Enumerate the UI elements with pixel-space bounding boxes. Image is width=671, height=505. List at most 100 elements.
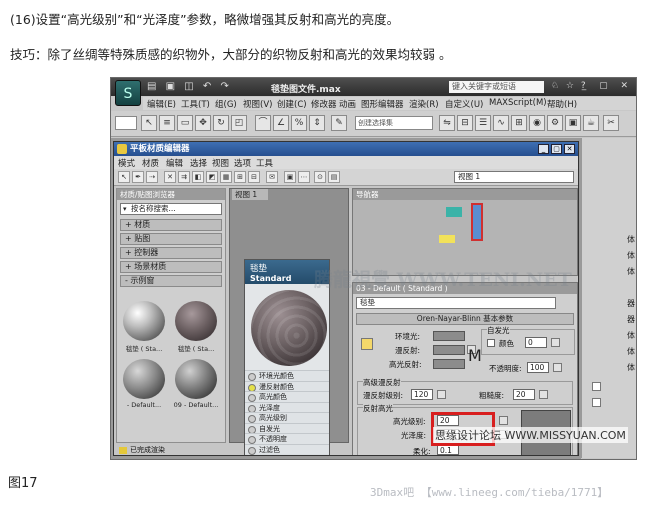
cmd-row[interactable]: 器 xyxy=(582,314,636,325)
slate-menu-view[interactable]: 视图 xyxy=(212,157,229,169)
node-slot[interactable]: 光泽度 xyxy=(245,401,329,412)
menu-animation[interactable]: 动画 xyxy=(339,98,356,110)
self-illum-color-checkbox[interactable] xyxy=(487,339,495,347)
rollout-scene-materials[interactable]: + 场景材质 xyxy=(120,261,222,273)
opacity-input[interactable]: 100 xyxy=(527,362,549,373)
maximize-button[interactable]: ▢ xyxy=(551,144,562,154)
cmd-checkbox[interactable] xyxy=(592,382,601,391)
named-selection-set-input[interactable]: 创建选择集 xyxy=(355,116,433,130)
parameter-editor-icon[interactable]: ▣ xyxy=(284,171,296,183)
sample-slot[interactable]: 毯垫 ( Sta... xyxy=(121,301,167,355)
basic-params-rollout[interactable]: Oren-Nayar-Blinn 基本参数 xyxy=(356,313,574,325)
view-select[interactable]: 视图 1 xyxy=(454,171,574,183)
rollout-controllers[interactable]: + 控制器 xyxy=(120,247,222,259)
move-icon[interactable]: ✥ xyxy=(195,115,211,131)
layout-all-icon[interactable]: ⊞ xyxy=(234,171,246,183)
node-slot[interactable]: 高光颜色 xyxy=(245,391,329,402)
slate-menu-select[interactable]: 选择 xyxy=(190,157,207,169)
slate-menu-mode[interactable]: 模式 xyxy=(118,157,135,169)
assign-material-icon[interactable]: ⇢ xyxy=(146,171,158,183)
window-controls[interactable]: _ ▢ ✕ xyxy=(582,81,633,91)
schematic-icon[interactable]: ⊞ xyxy=(511,115,527,131)
hide-unused-icon[interactable]: ◧ xyxy=(192,171,204,183)
app-logo-icon[interactable]: S xyxy=(115,80,141,106)
navigator-node[interactable] xyxy=(446,207,462,217)
align-icon[interactable]: ⊟ xyxy=(457,115,473,131)
rollout-maps[interactable]: + 贴图 xyxy=(120,233,222,245)
diffuse-level-input[interactable]: 120 xyxy=(411,389,433,400)
region-select-icon[interactable]: ▭ xyxy=(177,115,193,131)
layout-children-icon[interactable]: ⊟ xyxy=(248,171,260,183)
slate-menu-options[interactable]: 选项 xyxy=(234,157,251,169)
quick-access-toolbar[interactable]: ▤ ▣ ◫ ↶ ↷ xyxy=(147,81,232,92)
node-slot[interactable]: 自发光 xyxy=(245,422,329,433)
show-end-result-icon[interactable]: ▤ xyxy=(328,171,340,183)
diffuse-map-button[interactable]: M xyxy=(467,345,482,365)
render-frame-icon[interactable]: ▣ xyxy=(565,115,581,131)
percent-snap-icon[interactable]: % xyxy=(291,115,307,131)
cmd-row[interactable]: 器 xyxy=(582,298,636,309)
sample-slot[interactable]: 毯垫 ( Sta... xyxy=(173,301,219,355)
rollout-materials[interactable]: + 材质 xyxy=(120,219,222,231)
menu-rendering[interactable]: 渲染(R) xyxy=(409,98,439,110)
spec-level-map-button[interactable] xyxy=(499,416,508,425)
search-input[interactable]: 键入关键字或短语 xyxy=(449,81,544,93)
layer-icon[interactable]: ☰ xyxy=(475,115,491,131)
cmd-row[interactable]: 体 xyxy=(582,362,636,373)
delete-icon[interactable]: ✕ xyxy=(164,171,176,183)
select-by-material-icon[interactable]: ⋯ xyxy=(298,171,310,183)
menu-help[interactable]: 帮助(H) xyxy=(547,98,577,110)
menu-modifiers[interactable]: 修改器 xyxy=(311,98,337,110)
lock-icon[interactable] xyxy=(361,338,373,350)
selection-filter[interactable] xyxy=(115,116,137,130)
ambient-swatch[interactable] xyxy=(433,331,465,341)
scale-icon[interactable]: ◰ xyxy=(231,115,247,131)
spinner-snap-icon[interactable]: ⇕ xyxy=(309,115,325,131)
rollout-sample-slots[interactable]: - 示例窗 xyxy=(120,275,222,287)
slate-menu-tools[interactable]: 工具 xyxy=(256,157,273,169)
node-slot[interactable]: 环境光颜色 xyxy=(245,370,329,381)
cmd-row[interactable]: 体 xyxy=(582,234,636,245)
cmd-row[interactable]: 体 xyxy=(582,266,636,277)
eyedropper-icon[interactable]: ✒ xyxy=(132,171,144,183)
cmd-row[interactable]: 体 xyxy=(582,330,636,341)
material-editor-icon[interactable]: ◉ xyxy=(529,115,545,131)
node-slot[interactable]: 不透明度 xyxy=(245,433,329,444)
select-object-icon[interactable]: ↖ xyxy=(141,115,157,131)
node-slot-active[interactable]: 漫反射颜色 xyxy=(245,380,329,391)
snap-icon[interactable]: ⌒ xyxy=(255,115,271,131)
roughness-input[interactable]: 20 xyxy=(513,389,535,400)
self-illum-value[interactable]: 0 xyxy=(525,337,547,348)
rotate-icon[interactable]: ↻ xyxy=(213,115,229,131)
navigator-node[interactable] xyxy=(439,235,455,243)
menu-group[interactable]: 组(G) xyxy=(215,98,237,110)
minimize-button[interactable]: _ xyxy=(538,144,549,154)
specular-swatch[interactable] xyxy=(433,359,465,369)
self-illum-map-button[interactable] xyxy=(551,338,560,347)
menu-create[interactable]: 创建(C) xyxy=(277,98,307,110)
pick-material-icon[interactable]: ↖ xyxy=(118,171,130,183)
render-setup-icon[interactable]: ⚙ xyxy=(547,115,563,131)
sample-slot[interactable]: 09 - Default... xyxy=(173,359,219,413)
show-map-icon[interactable]: ◩ xyxy=(206,171,218,183)
cmd-row[interactable]: 体 xyxy=(582,346,636,357)
diffuse-swatch[interactable] xyxy=(433,345,465,355)
move-children-icon[interactable]: ⇉ xyxy=(178,171,190,183)
node-slot[interactable]: 高光级别 xyxy=(245,412,329,423)
navigator-viewport-frame[interactable] xyxy=(471,203,483,241)
close-button[interactable]: ✕ xyxy=(564,144,575,154)
view-tab[interactable]: 视图 1 xyxy=(232,189,268,200)
material-name-input[interactable]: 毯垫 xyxy=(356,297,556,309)
menu-edit[interactable]: 编辑(E) xyxy=(147,98,176,110)
slate-menu-material[interactable]: 材质 xyxy=(142,157,159,169)
cmd-row[interactable]: 体 xyxy=(582,250,636,261)
highlight-icon[interactable]: ⊙ xyxy=(314,171,326,183)
menu-tools[interactable]: 工具(T) xyxy=(181,98,210,110)
show-background-icon[interactable]: ▦ xyxy=(220,171,232,183)
menu-customize[interactable]: 自定义(U) xyxy=(445,98,483,110)
opacity-map-button[interactable] xyxy=(553,363,562,372)
browser-search-input[interactable]: 按名称搜索... xyxy=(120,203,222,215)
slate-menu-edit[interactable]: 编辑 xyxy=(166,157,183,169)
sample-slot[interactable]: - Default... xyxy=(121,359,167,413)
curve-editor-icon[interactable]: ∿ xyxy=(493,115,509,131)
